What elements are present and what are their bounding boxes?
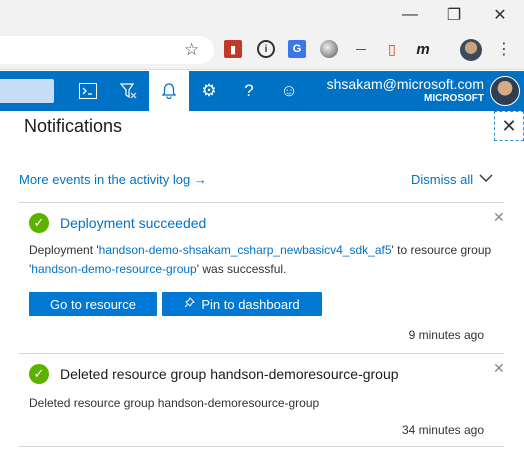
circle-i-icon[interactable]: i bbox=[257, 40, 275, 58]
notification-title[interactable]: Deleted resource group handson-demoresou… bbox=[60, 366, 399, 382]
marble-icon[interactable] bbox=[320, 40, 338, 58]
avatar[interactable] bbox=[490, 76, 520, 106]
feedback-smile-icon[interactable]: ☺ bbox=[269, 71, 309, 111]
book-icon[interactable]: ▮ bbox=[224, 40, 242, 58]
notification-actions: More events in the activity log → Dismis… bbox=[19, 172, 499, 190]
dash-icon[interactable]: — bbox=[352, 40, 370, 58]
browser-toolbar: ☆ ▮ i G — ▯ m ⋮ bbox=[0, 30, 524, 70]
pin-icon bbox=[184, 297, 196, 311]
activity-log-link[interactable]: More events in the activity log → bbox=[19, 172, 207, 187]
search-input[interactable] bbox=[0, 79, 54, 103]
notification-body: Deployment 'handson-demo-shsakam_csharp_… bbox=[29, 241, 499, 279]
dismiss-all-button[interactable]: Dismiss all bbox=[411, 172, 473, 187]
bell-icon[interactable] bbox=[149, 71, 189, 111]
divider bbox=[19, 202, 504, 203]
tenant-name: MICROSOFT bbox=[424, 93, 484, 104]
deployment-link[interactable]: handson-demo-shsakam_csharp_newbasicv4_s… bbox=[99, 243, 392, 257]
m-icon[interactable]: m bbox=[414, 40, 432, 58]
body-text: ' was successful. bbox=[196, 262, 287, 276]
success-check-icon: ✓ bbox=[29, 213, 49, 233]
notification-time: 34 minutes ago bbox=[401, 423, 484, 437]
body-text: Deployment ' bbox=[29, 243, 99, 257]
star-icon[interactable]: ☆ bbox=[184, 40, 199, 60]
gear-icon[interactable]: ⚙ bbox=[189, 71, 229, 111]
divider bbox=[19, 446, 504, 447]
account-info[interactable]: shsakam@microsoft.com MICROSOFT bbox=[327, 76, 484, 104]
profile-avatar[interactable] bbox=[460, 39, 482, 61]
more-menu-icon[interactable]: ⋮ bbox=[496, 39, 512, 59]
page-title: Notifications bbox=[24, 116, 123, 136]
notification-time: 9 minutes ago bbox=[408, 328, 484, 342]
cloud-shell-icon[interactable] bbox=[68, 71, 108, 111]
pin-label: Pin to dashboard bbox=[201, 296, 300, 312]
pin-to-dashboard-button[interactable]: Pin to dashboard bbox=[162, 292, 322, 316]
close-panel-button[interactable]: ✕ bbox=[494, 111, 524, 141]
resource-group-link[interactable]: handson-demo-resource-group bbox=[31, 262, 196, 276]
close-window-button[interactable]: ✕ bbox=[478, 0, 522, 30]
address-bar[interactable] bbox=[0, 36, 214, 64]
portal-header: ⚙ ? ☺ shsakam@microsoft.com MICROSOFT bbox=[0, 71, 524, 111]
success-check-icon: ✓ bbox=[29, 364, 49, 384]
go-to-resource-button[interactable]: Go to resource bbox=[29, 292, 157, 316]
office-icon[interactable]: ▯ bbox=[383, 40, 401, 58]
dismiss-notification-icon[interactable]: ✕ bbox=[493, 360, 505, 377]
user-email: shsakam@microsoft.com bbox=[326, 76, 484, 92]
divider bbox=[19, 353, 504, 354]
chevron-down-icon[interactable] bbox=[479, 170, 493, 186]
notification-body: Deleted resource group handson-demoresou… bbox=[29, 396, 320, 410]
directory-filter-icon[interactable] bbox=[108, 71, 148, 111]
notification-title[interactable]: Deployment succeeded bbox=[60, 215, 206, 231]
dismiss-notification-icon[interactable]: ✕ bbox=[493, 209, 505, 226]
translate-icon[interactable]: G bbox=[288, 40, 306, 58]
minimize-button[interactable]: — bbox=[388, 0, 432, 30]
browser-title-bar: — ❐ ✕ bbox=[0, 0, 524, 30]
help-icon[interactable]: ? bbox=[229, 71, 269, 111]
maximize-button[interactable]: ❐ bbox=[432, 0, 476, 30]
